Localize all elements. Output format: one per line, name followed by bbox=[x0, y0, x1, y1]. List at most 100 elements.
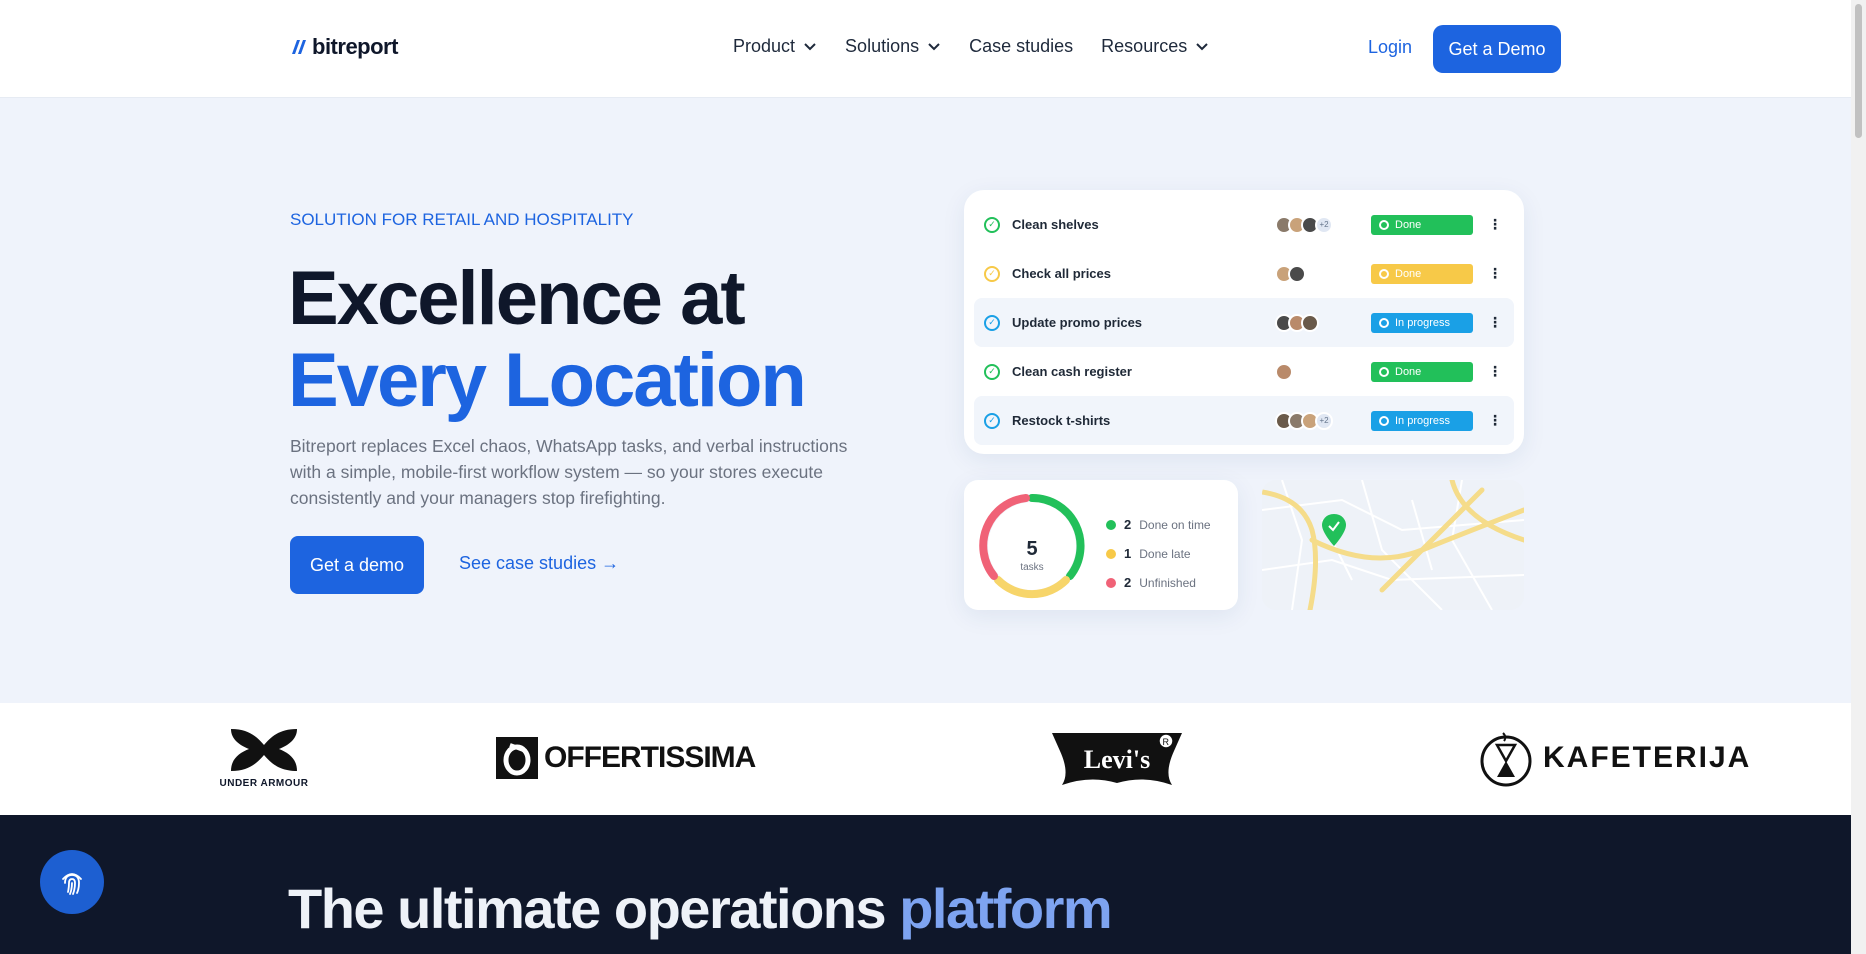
hero-description: Bitreport replaces Excel chaos, WhatsApp… bbox=[290, 436, 848, 508]
assignees-more-count: +2 bbox=[1315, 215, 1333, 234]
legend-label: Unfinished bbox=[1139, 575, 1196, 590]
status-badge: Done bbox=[1371, 263, 1473, 284]
logo[interactable]: bitreport bbox=[290, 34, 398, 60]
task-assignees: +2 bbox=[1275, 215, 1333, 234]
task-list-card: ✓ Clean shelves +2 Done ⋮ ✓ Check all prices Do… bbox=[964, 190, 1524, 454]
kafeterija-wordmark: KAFETERIJA bbox=[1543, 741, 1752, 774]
status-badge: Done bbox=[1371, 214, 1473, 235]
status-badge: In progress bbox=[1371, 410, 1473, 431]
task-row[interactable]: ✓ Clean cash register Done ⋮ bbox=[974, 347, 1514, 396]
platform-title-accent: platform bbox=[899, 877, 1113, 940]
logo-under-armour: UNDER ARMOUR bbox=[208, 725, 320, 789]
status-badge: Done bbox=[1371, 361, 1473, 382]
task-row[interactable]: ✓ Restock t-shirts +2 In progress ⋮ bbox=[974, 396, 1514, 445]
nav-product[interactable]: Product bbox=[733, 36, 817, 57]
total-tasks-count: 5 bbox=[1026, 538, 1038, 560]
logo-kafeterija: KAFETERIJA bbox=[1477, 729, 1751, 787]
summary-legend: 2 Done on time 1 Done late 2 Unfinished bbox=[1106, 510, 1211, 597]
avatar bbox=[1288, 264, 1306, 283]
offertissima-wordmark: OFFERTISSIMA bbox=[544, 741, 756, 774]
legend-count: 2 bbox=[1124, 517, 1132, 532]
nav-case-studies[interactable]: Case studies bbox=[969, 36, 1073, 57]
more-vertical-icon[interactable]: ⋮ bbox=[1488, 265, 1502, 282]
nav-solutions[interactable]: Solutions bbox=[845, 36, 941, 57]
task-name: Update promo prices bbox=[1012, 315, 1143, 330]
donut-segment-late bbox=[994, 576, 1070, 599]
check-circle-icon[interactable]: ✓ bbox=[984, 412, 1000, 429]
bitreport-logo-icon bbox=[292, 40, 306, 54]
task-assignees bbox=[1275, 313, 1319, 332]
status-label: In progress bbox=[1395, 316, 1451, 329]
task-name: Restock t-shirts bbox=[1012, 413, 1111, 428]
more-vertical-icon[interactable]: ⋮ bbox=[1488, 363, 1502, 380]
legend-label: Done late bbox=[1139, 546, 1191, 561]
chevron-down-icon bbox=[928, 42, 940, 50]
status-label: In progress bbox=[1395, 414, 1451, 427]
status-label: Done bbox=[1395, 218, 1422, 231]
task-row[interactable]: ✓ Update promo prices In progress ⋮ bbox=[974, 298, 1514, 347]
chevron-down-icon bbox=[1196, 42, 1208, 50]
legend-count: 2 bbox=[1124, 575, 1132, 590]
legend-dot bbox=[1106, 519, 1116, 530]
legend-dot bbox=[1106, 548, 1116, 559]
task-assignees bbox=[1275, 362, 1293, 381]
chevron-down-icon bbox=[804, 42, 816, 50]
hero-eyebrow: SOLUTION FOR RETAIL AND HOSPITALITY bbox=[290, 210, 634, 229]
nav-solutions-label: Solutions bbox=[845, 36, 920, 56]
levis-wordmark: Levi's bbox=[1083, 745, 1151, 774]
hero-section: SOLUTION FOR RETAIL AND HOSPITALITY Exce… bbox=[0, 98, 1851, 703]
under-armour-wordmark: UNDER ARMOUR bbox=[219, 778, 309, 789]
site-header: bitreport Product Solutions Case studies… bbox=[0, 0, 1851, 98]
task-row[interactable]: ✓ Clean shelves +2 Done ⋮ bbox=[974, 200, 1514, 249]
status-dot-icon bbox=[1379, 366, 1389, 377]
task-summary-card: 5 tasks 2 Done on time 1 Done late 2 Unf… bbox=[964, 480, 1238, 610]
more-vertical-icon[interactable]: ⋮ bbox=[1488, 412, 1502, 429]
logo-offertissima: OFFERTISSIMA bbox=[496, 737, 756, 779]
under-armour-logo-icon bbox=[231, 729, 297, 771]
check-circle-icon[interactable]: ✓ bbox=[984, 363, 1000, 380]
legend-unfinished: 2 Unfinished bbox=[1106, 568, 1211, 597]
legend-late: 1 Done late bbox=[1106, 539, 1211, 568]
avatar bbox=[1301, 313, 1319, 332]
task-assignees: +2 bbox=[1275, 411, 1333, 430]
nav-resources-label: Resources bbox=[1101, 36, 1188, 56]
check-circle-icon[interactable]: ✓ bbox=[984, 314, 1000, 331]
get-demo-button[interactable]: Get a Demo bbox=[1433, 25, 1561, 73]
client-logos: UNDER ARMOUR OFFERTISSIMA R Levi's KAFET… bbox=[0, 703, 1851, 815]
main-nav: Product Solutions Case studies Resources bbox=[733, 36, 1209, 57]
scrollbar-thumb[interactable] bbox=[1855, 4, 1862, 138]
headline-line-2: Every Location bbox=[288, 338, 807, 423]
get-demo-cta[interactable]: Get a demo bbox=[290, 536, 424, 594]
check-circle-icon[interactable]: ✓ bbox=[984, 265, 1000, 282]
status-label: Done bbox=[1395, 365, 1422, 378]
legend-count: 1 bbox=[1124, 546, 1132, 561]
privacy-settings-button[interactable] bbox=[40, 850, 104, 914]
kafeterija-hourglass-icon bbox=[1480, 732, 1532, 787]
nav-case-studies-label: Case studies bbox=[969, 36, 1074, 56]
total-tasks-label: tasks bbox=[1020, 562, 1044, 573]
task-assignees bbox=[1275, 264, 1306, 283]
logo-levis: R Levi's bbox=[1052, 731, 1182, 792]
avatar bbox=[1275, 362, 1293, 381]
offertissima-logo-icon bbox=[496, 737, 538, 779]
check-circle-icon[interactable]: ✓ bbox=[984, 216, 1000, 233]
legend-on-time: 2 Done on time bbox=[1106, 510, 1211, 539]
legend-dot bbox=[1106, 577, 1116, 588]
task-name: Clean shelves bbox=[1012, 217, 1099, 232]
store-map-card bbox=[1262, 480, 1524, 610]
see-case-studies-link[interactable]: See case studies → bbox=[459, 553, 619, 574]
assignees-more-count: +2 bbox=[1315, 411, 1333, 430]
hero-headline: Excellence at Every Location bbox=[288, 258, 807, 423]
status-badge: In progress bbox=[1371, 312, 1473, 333]
more-vertical-icon[interactable]: ⋮ bbox=[1488, 216, 1502, 233]
more-vertical-icon[interactable]: ⋮ bbox=[1488, 314, 1502, 331]
status-label: Done bbox=[1395, 267, 1422, 280]
task-row[interactable]: ✓ Check all prices Done ⋮ bbox=[974, 249, 1514, 298]
nav-resources[interactable]: Resources bbox=[1101, 36, 1209, 57]
fingerprint-icon bbox=[62, 873, 82, 895]
platform-title: The ultimate operations platform bbox=[288, 877, 1113, 941]
page-scrollbar[interactable] bbox=[1851, 0, 1866, 954]
task-name: Check all prices bbox=[1012, 266, 1111, 281]
status-dot-icon bbox=[1379, 415, 1389, 426]
login-link[interactable]: Login bbox=[1368, 37, 1412, 58]
